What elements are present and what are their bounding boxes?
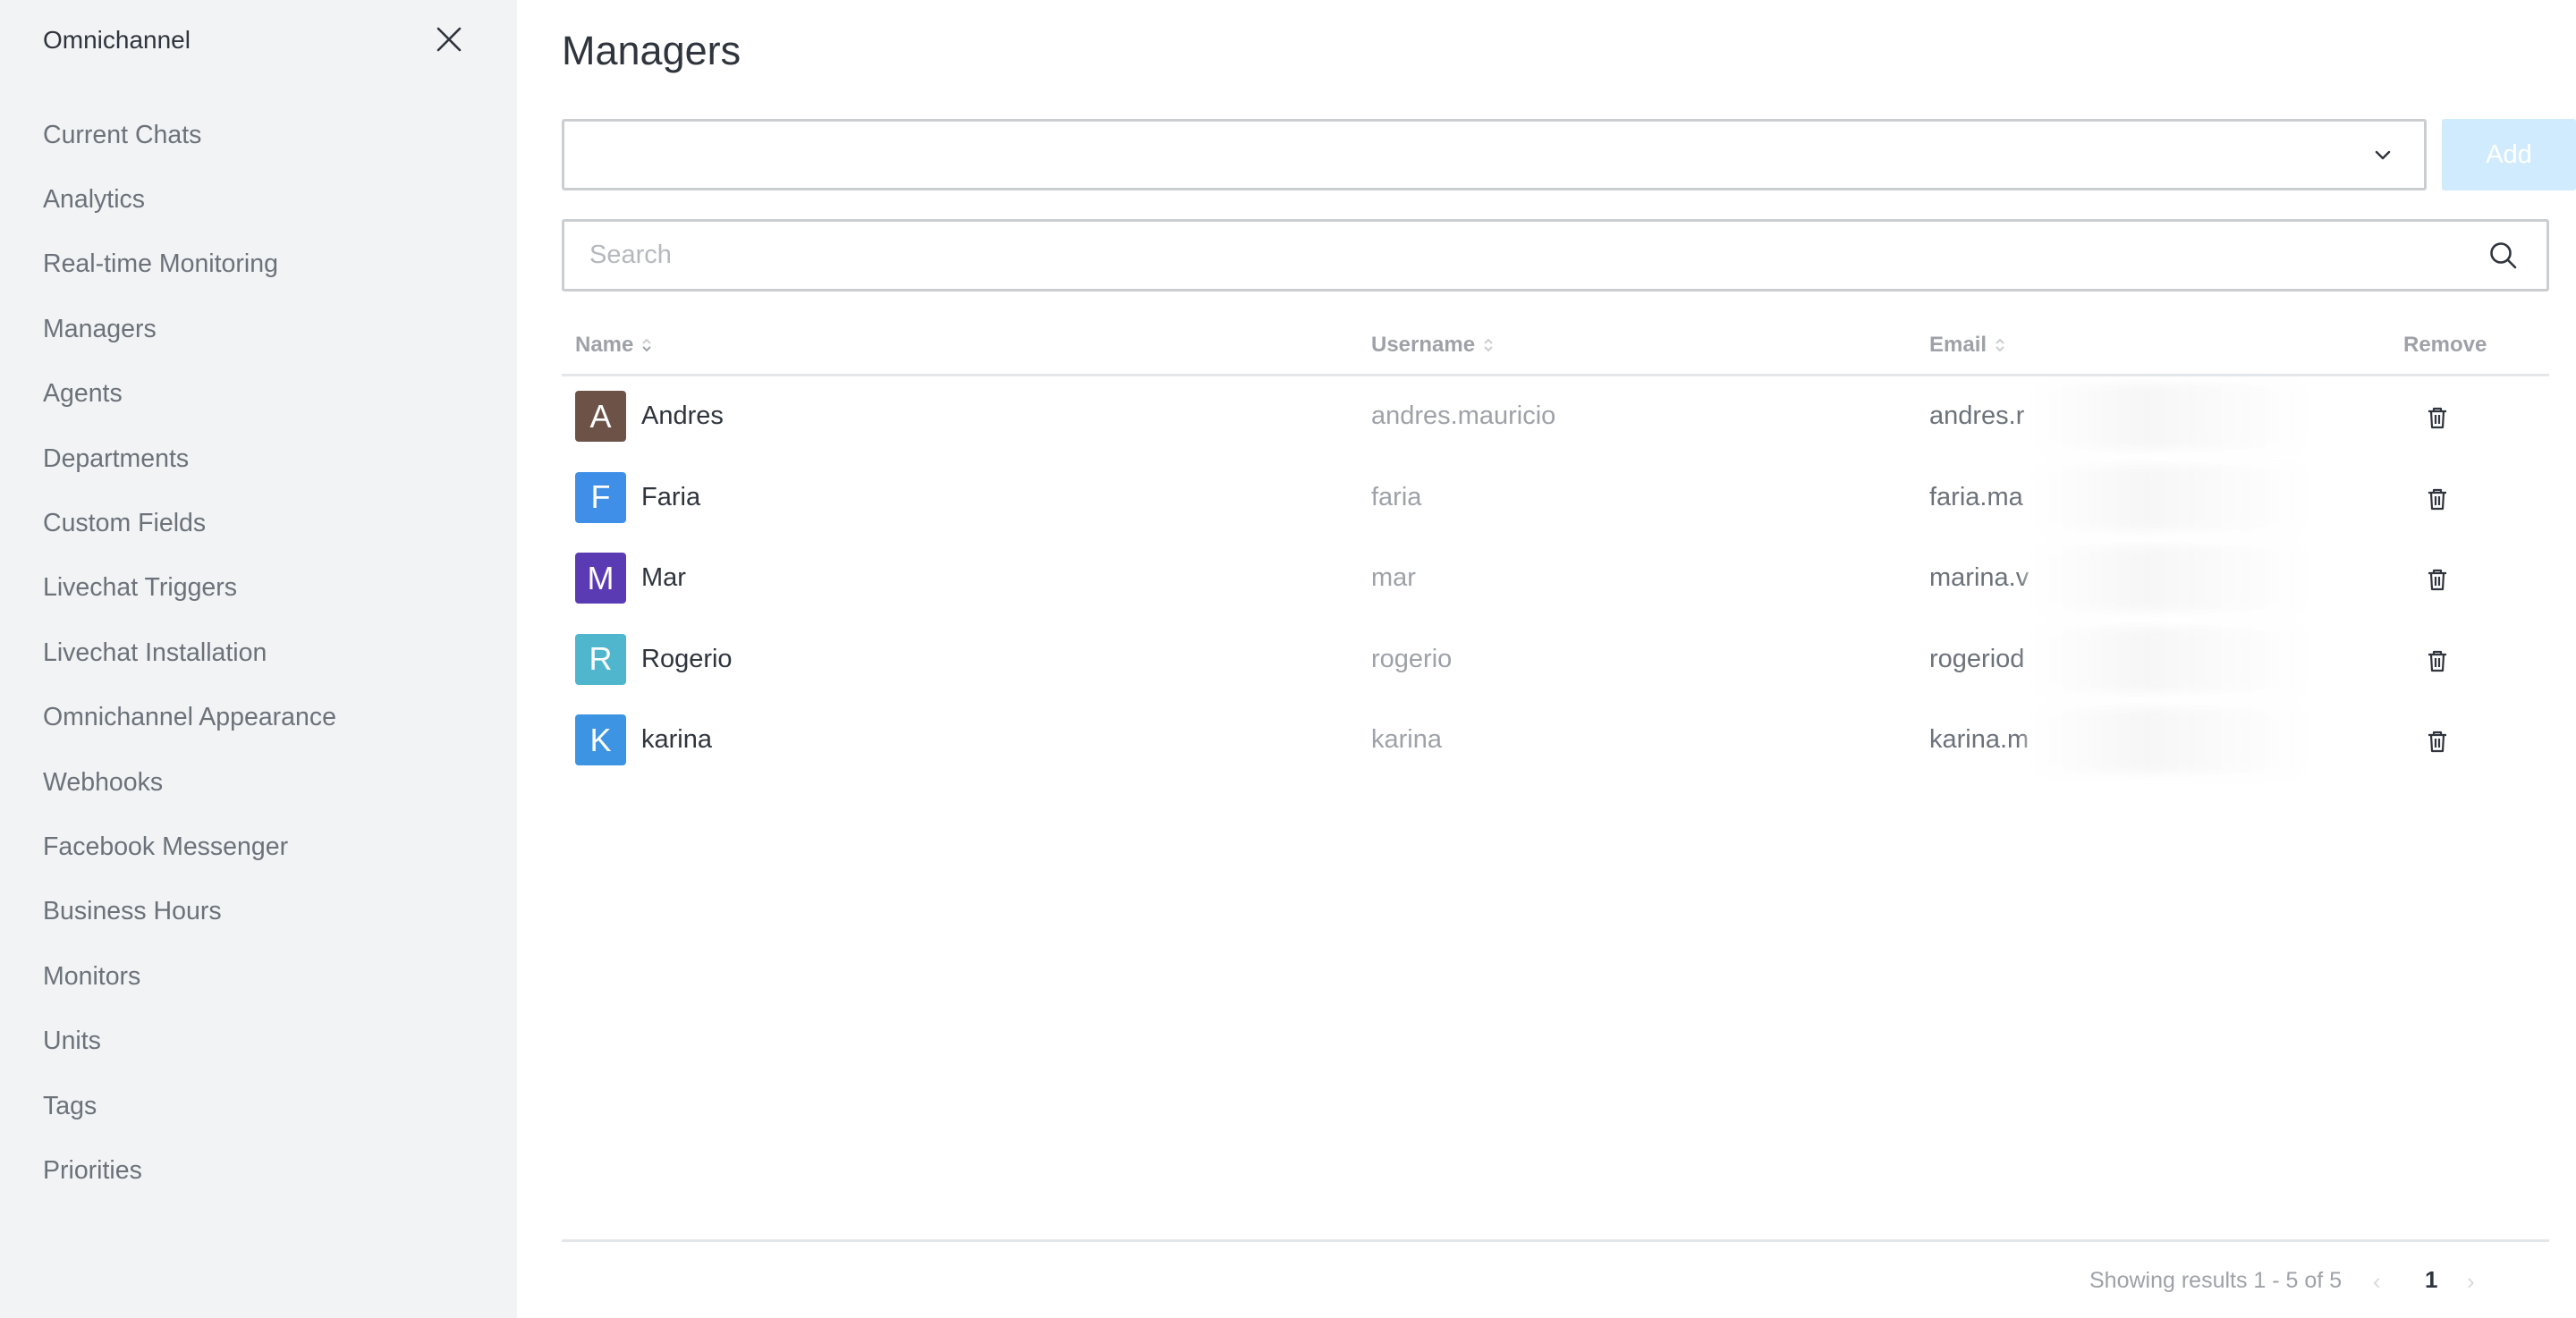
manager-username: rogerio bbox=[1371, 644, 1453, 673]
column-header-remove: Remove bbox=[2403, 333, 2487, 358]
manager-username: faria bbox=[1371, 482, 1422, 511]
avatar: K bbox=[575, 714, 626, 765]
page-title: Managers bbox=[562, 28, 741, 73]
manager-name: Mar bbox=[641, 563, 686, 592]
close-icon[interactable] bbox=[431, 21, 467, 57]
search-icon[interactable] bbox=[2487, 240, 2520, 272]
managers-table: Name Username Email Remove A Andres andr… bbox=[562, 322, 2549, 782]
table-row[interactable]: M Mar mar marina.v bbox=[562, 538, 2549, 620]
sidebar-item-managers[interactable]: Managers bbox=[0, 297, 517, 361]
sidebar-title: Omnichannel bbox=[43, 26, 191, 54]
sort-icon bbox=[642, 338, 652, 352]
manager-email: andres.r bbox=[1929, 401, 2025, 430]
trash-icon[interactable] bbox=[2423, 565, 2452, 594]
column-header-email[interactable]: Email bbox=[1929, 333, 2008, 358]
manager-username: mar bbox=[1371, 563, 1416, 592]
email-redaction bbox=[2029, 384, 2315, 450]
sidebar-item-custom-fields[interactable]: Custom Fields bbox=[0, 491, 517, 555]
add-button[interactable]: Add bbox=[2442, 119, 2576, 190]
sidebar-item-livechat-triggers[interactable]: Livechat Triggers bbox=[0, 556, 517, 621]
search-box bbox=[562, 219, 2549, 291]
column-header-name-label: Name bbox=[575, 333, 634, 357]
manager-name: Faria bbox=[641, 482, 701, 511]
sidebar-item-current-chats[interactable]: Current Chats bbox=[0, 103, 517, 167]
email-redaction bbox=[2029, 545, 2315, 612]
main-content: Managers Add Name Username Email Remove bbox=[517, 0, 2576, 1318]
sidebar-nav: Current Chats Analytics Real-time Monito… bbox=[0, 103, 517, 1204]
avatar: M bbox=[575, 553, 626, 604]
sidebar-header: Omnichannel bbox=[0, 0, 517, 82]
sidebar-item-real-time-monitoring[interactable]: Real-time Monitoring bbox=[0, 232, 517, 297]
chevron-down-icon bbox=[2375, 150, 2391, 160]
manager-email: karina.m bbox=[1929, 725, 2029, 754]
table-row[interactable]: A Andres andres.mauricio andres.r bbox=[562, 376, 2549, 458]
search-input[interactable] bbox=[589, 222, 2468, 289]
sidebar-item-tags[interactable]: Tags bbox=[0, 1074, 517, 1138]
manager-email: rogeriod bbox=[1929, 644, 2025, 673]
trash-icon[interactable] bbox=[2423, 727, 2452, 756]
manager-email: faria.ma bbox=[1929, 482, 2023, 511]
table-row[interactable]: F Faria faria faria.ma bbox=[562, 458, 2549, 539]
manager-name: karina bbox=[641, 725, 712, 754]
column-header-name[interactable]: Name bbox=[575, 333, 655, 358]
column-header-email-label: Email bbox=[1929, 333, 1987, 357]
email-redaction bbox=[2029, 464, 2315, 531]
sidebar-item-facebook-messenger[interactable]: Facebook Messenger bbox=[0, 815, 517, 879]
sort-icon bbox=[1996, 338, 2004, 352]
sidebar-item-business-hours[interactable]: Business Hours bbox=[0, 880, 517, 944]
sidebar-item-monitors[interactable]: Monitors bbox=[0, 944, 517, 1009]
sort-icon bbox=[1484, 338, 1493, 352]
email-redaction bbox=[2029, 707, 2315, 773]
sidebar-item-omnichannel-appearance[interactable]: Omnichannel Appearance bbox=[0, 686, 517, 750]
manager-username: karina bbox=[1371, 725, 1442, 754]
table-header: Name Username Email Remove bbox=[562, 322, 2549, 376]
manager-email: marina.v bbox=[1929, 563, 2029, 592]
trash-icon[interactable] bbox=[2423, 646, 2452, 675]
pagination-next-icon[interactable]: › bbox=[2467, 1268, 2475, 1296]
pagination-summary: Showing results 1 - 5 of 5 bbox=[2089, 1268, 2343, 1293]
sidebar-item-webhooks[interactable]: Webhooks bbox=[0, 750, 517, 815]
manager-select[interactable] bbox=[562, 119, 2427, 190]
sidebar-item-analytics[interactable]: Analytics bbox=[0, 167, 517, 232]
sidebar-item-livechat-installation[interactable]: Livechat Installation bbox=[0, 621, 517, 685]
sidebar-item-priorities[interactable]: Priorities bbox=[0, 1138, 517, 1203]
avatar: F bbox=[575, 471, 626, 523]
sidebar-item-units[interactable]: Units bbox=[0, 1009, 517, 1073]
manager-username: andres.mauricio bbox=[1371, 401, 1556, 430]
avatar: R bbox=[575, 633, 626, 685]
pagination-prev-icon[interactable]: ‹ bbox=[2373, 1268, 2381, 1296]
avatar: A bbox=[575, 391, 626, 442]
sidebar: Omnichannel Current Chats Analytics Real… bbox=[0, 0, 517, 1318]
column-header-username-label: Username bbox=[1371, 333, 1476, 357]
trash-icon[interactable] bbox=[2423, 485, 2452, 513]
table-row[interactable]: R Rogerio rogerio rogeriod bbox=[562, 620, 2549, 701]
sidebar-item-departments[interactable]: Departments bbox=[0, 427, 517, 491]
column-header-remove-label: Remove bbox=[2403, 333, 2487, 357]
table-row[interactable]: K karina karina karina.m bbox=[562, 700, 2549, 782]
manager-name: Andres bbox=[641, 401, 724, 430]
manager-name: Rogerio bbox=[641, 644, 733, 673]
sidebar-item-agents[interactable]: Agents bbox=[0, 362, 517, 427]
trash-icon[interactable] bbox=[2423, 403, 2452, 432]
email-redaction bbox=[2029, 626, 2315, 693]
footer-divider bbox=[562, 1239, 2549, 1242]
column-header-username[interactable]: Username bbox=[1371, 333, 1496, 358]
pagination-page-1[interactable]: 1 bbox=[2425, 1266, 2437, 1294]
